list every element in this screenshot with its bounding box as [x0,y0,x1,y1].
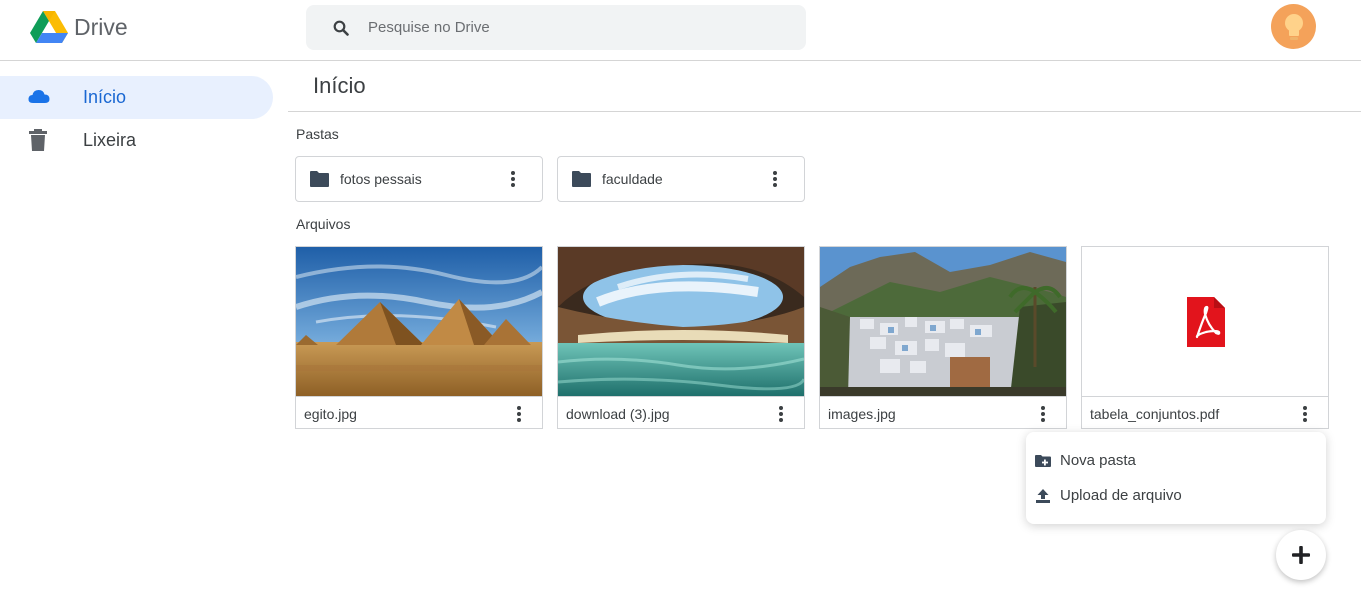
sidebar: Início Lixeira [0,76,280,162]
more-options-icon[interactable] [1298,404,1312,424]
avatar[interactable] [1271,4,1316,49]
menu-item-label: Nova pasta [1060,452,1136,469]
folder-icon [310,171,329,187]
new-folder-icon [1035,455,1051,467]
folder-name: faculdade [602,171,663,187]
upload-icon [1036,489,1050,503]
drive-logo[interactable]: Drive [30,11,128,45]
file-thumbnail [296,247,542,397]
search-bar[interactable] [306,5,806,50]
file-name: download (3).jpg [566,406,670,422]
folder-icon [572,171,591,187]
sidebar-item-label: Lixeira [83,130,137,150]
more-options-icon[interactable] [774,404,788,424]
page-header: Início [288,61,1361,112]
file-name: images.jpg [828,406,896,422]
file-card[interactable]: egito.jpg [295,246,543,429]
app-name: Drive [74,13,128,40]
files-section-label: Arquivos [296,216,351,232]
sidebar-item-inicio[interactable]: Início [0,76,273,119]
cave-beach-image [558,247,804,396]
file-thumbnail [820,247,1066,397]
menu-item-label: Upload de arquivo [1060,487,1182,504]
pdf-icon [1187,297,1225,347]
file-card[interactable]: tabela_conjuntos.pdf [1081,246,1329,429]
folders-section-label: Pastas [296,126,339,142]
plus-icon [1292,546,1310,564]
new-folder-menu-item[interactable]: Nova pasta [1026,445,1326,477]
search-input[interactable] [368,19,768,36]
file-card[interactable]: download (3).jpg [557,246,805,429]
folder-name: fotos pessais [340,171,422,187]
more-options-icon[interactable] [512,404,526,424]
file-card[interactable]: images.jpg [819,246,1067,429]
more-options-icon[interactable] [768,169,782,189]
new-item-button[interactable] [1276,530,1326,580]
more-options-icon[interactable] [1036,404,1050,424]
file-name: egito.jpg [304,406,357,422]
new-item-menu: Nova pasta Upload de arquivo [1026,432,1326,524]
folder-card[interactable]: faculdade [557,156,805,202]
upload-file-menu-item[interactable]: Upload de arquivo [1026,480,1326,512]
drive-logo-icon [30,11,68,43]
search-icon[interactable] [333,19,351,37]
more-options-icon[interactable] [506,169,520,189]
pyramids-image [296,247,542,396]
file-name: tabela_conjuntos.pdf [1090,406,1220,422]
page-title: Início [313,73,366,98]
top-bar: Drive [0,0,1361,61]
file-thumbnail [558,247,804,397]
mountain-town-image [820,247,1066,396]
lightbulb-icon [1284,13,1303,40]
sidebar-item-label: Início [83,87,127,107]
folder-card[interactable]: fotos pessais [295,156,543,202]
file-thumbnail [1082,247,1328,397]
cloud-icon [28,90,50,103]
sidebar-item-lixeira[interactable]: Lixeira [0,119,273,162]
trash-icon [29,129,47,151]
